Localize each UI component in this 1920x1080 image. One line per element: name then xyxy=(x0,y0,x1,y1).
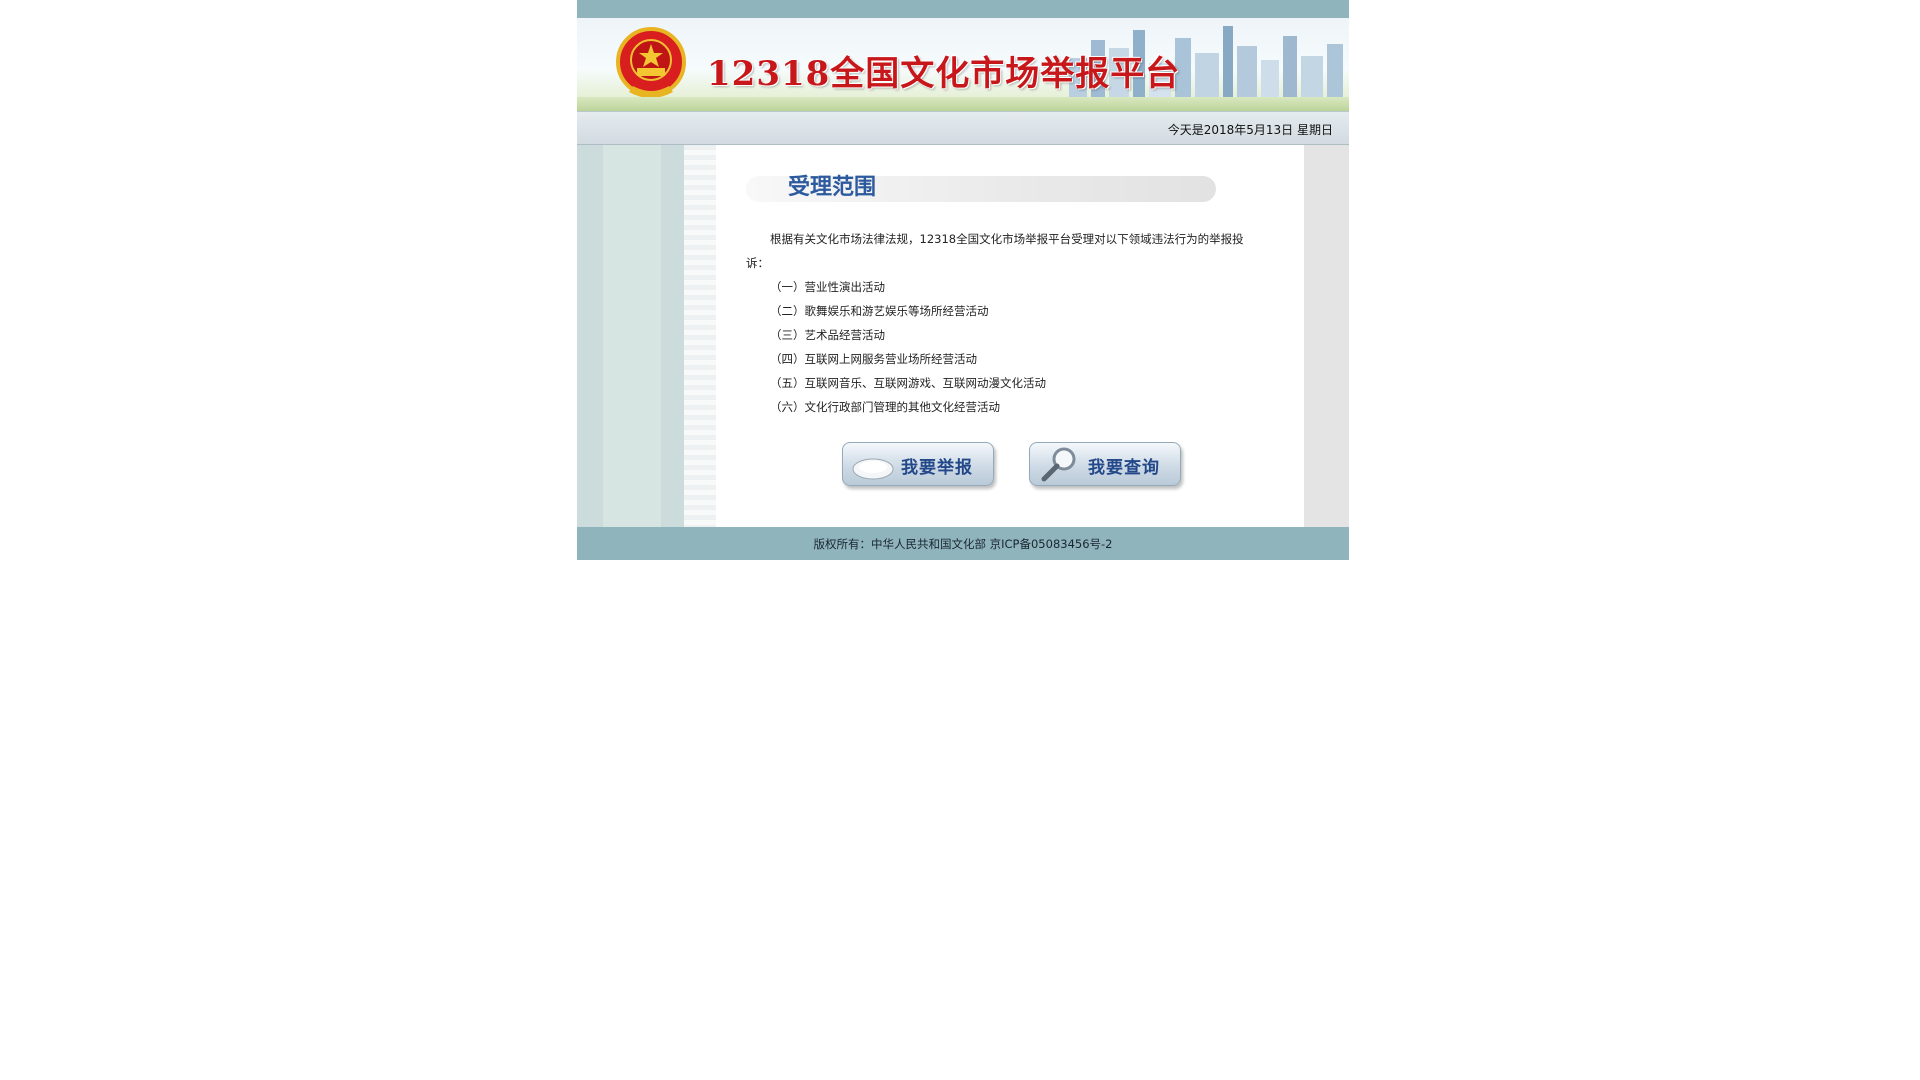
scope-list: （一）营业性演出活动 （二）歌舞娱乐和游艺娱乐等场所经营活动 （三）艺术品经营活… xyxy=(770,275,1046,419)
list-item: （四）互联网上网服务营业场所经营活动 xyxy=(770,352,977,366)
main-body: 受理范围 根据有关文化市场法律法规，12318全国文化市场举报平台受理对以下领域… xyxy=(577,145,1349,527)
intro-paragraph: 根据有关文化市场法律法规，12318全国文化市场举报平台受理对以下领域违法行为的… xyxy=(746,232,1244,270)
date-bar: 今天是2018年5月13日 星期日 xyxy=(577,111,1349,145)
section-heading: 受理范围 xyxy=(788,175,877,200)
report-button-label: 我要举报 xyxy=(901,458,973,478)
query-button-label: 我要查询 xyxy=(1088,458,1160,478)
pen-icon xyxy=(852,458,894,480)
list-item: （三）艺术品经营活动 xyxy=(770,328,885,342)
query-button[interactable]: 我要查询 xyxy=(1029,442,1181,486)
footer: 版权所有：中华人民共和国文化部 京ICP备05083456号-2 xyxy=(577,527,1349,560)
content-panel: 受理范围 根据有关文化市场法律法规，12318全国文化市场举报平台受理对以下领域… xyxy=(684,145,1304,527)
page-container: 12318全国文化市场举报平台 今天是2018年5月13日 星期日 受理范围 根… xyxy=(577,0,1349,562)
banner-grass-strip xyxy=(577,97,1349,111)
list-item: （五）互联网音乐、互联网游戏、互联网动漫文化活动 xyxy=(770,376,1046,390)
magnifier-icon xyxy=(1041,447,1076,482)
national-emblem-icon xyxy=(616,27,686,98)
copyright-text: 版权所有：中华人民共和国文化部 京ICP备05083456号-2 xyxy=(813,537,1113,551)
list-item: （六）文化行政部门管理的其他文化经营活动 xyxy=(770,400,1000,414)
left-decor-column xyxy=(577,145,684,527)
top-bar xyxy=(577,0,1349,18)
site-title: 12318全国文化市场举报平台 xyxy=(707,54,1181,94)
list-item: （二）歌舞娱乐和游艺娱乐等场所经营活动 xyxy=(770,304,989,318)
decor-stripe xyxy=(684,145,716,527)
header-banner: 12318全国文化市场举报平台 xyxy=(577,18,1349,111)
right-decor-column xyxy=(1304,145,1349,527)
report-button[interactable]: 我要举报 xyxy=(842,442,994,486)
current-date: 今天是2018年5月13日 星期日 xyxy=(1167,123,1333,137)
list-item: （一）营业性演出活动 xyxy=(770,280,885,294)
